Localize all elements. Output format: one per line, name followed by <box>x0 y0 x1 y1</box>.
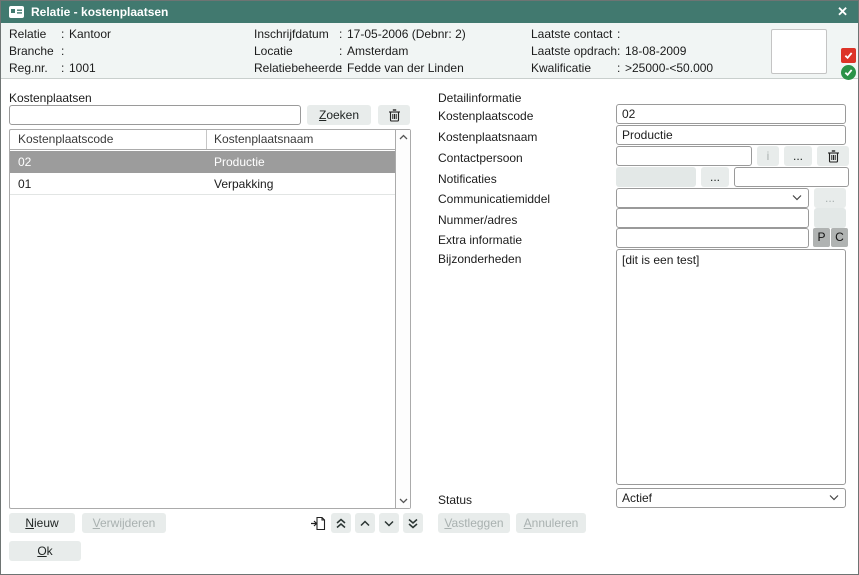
zoeken-button[interactable]: Zoeken <box>307 105 371 125</box>
search-trash-button[interactable] <box>378 105 410 125</box>
goto-record-icon[interactable] <box>309 513 327 533</box>
column-divider <box>206 130 207 149</box>
label-contactpersoon: Contactpersoon <box>438 150 523 166</box>
section-title-detailinformatie: Detailinformatie <box>438 90 521 106</box>
label-bijzonderheden: Bijzonderheden <box>438 251 521 267</box>
move-last-button[interactable] <box>403 513 423 533</box>
col-header-naam[interactable]: Kostenplaatsnaam <box>214 132 313 146</box>
nummer-adres-blank-button <box>814 208 846 228</box>
field-label: Relatie <box>9 26 46 43</box>
label-nummer-adres: Nummer/adres <box>438 212 517 228</box>
cell-code: 02 <box>18 151 31 173</box>
field-label: Relatiebeheerde <box>254 60 342 77</box>
header-field: Reg.nr. : 1001 <box>9 60 249 77</box>
field-label: Kwalificatie <box>531 60 591 77</box>
col-header-code[interactable]: Kostenplaatscode <box>18 132 113 146</box>
extra-p-button[interactable]: P <box>813 228 830 247</box>
kostenplaatscode-input[interactable] <box>616 104 846 124</box>
trash-icon <box>828 150 839 163</box>
relation-header: Relatie : Kantoor Branche : Reg.nr. : 10… <box>1 23 858 79</box>
header-field: Locatie : Amsterdam <box>254 43 524 60</box>
section-title-kostenplaatsen: Kostenplaatsen <box>9 90 92 106</box>
table-header: Kostenplaatscode Kostenplaatsnaam <box>10 130 395 150</box>
close-icon[interactable]: ✕ <box>837 1 848 23</box>
field-label: Locatie <box>254 43 293 60</box>
communicatiemiddel-select[interactable] <box>616 188 809 208</box>
field-value: 1001 <box>69 60 96 77</box>
status-select[interactable]: Actief <box>616 488 846 508</box>
notificaties-input[interactable] <box>734 167 849 187</box>
green-check-icon <box>841 65 856 80</box>
cell-name: Productie <box>214 151 265 173</box>
kostenplaatsnaam-input[interactable] <box>616 125 846 145</box>
bijzonderheden-textarea[interactable]: [dit is een test] <box>616 249 846 485</box>
move-up-button[interactable] <box>355 513 375 533</box>
header-field: Kwalificatie : >25000-<50.000 <box>531 60 761 77</box>
label-kostenplaatscode: Kostenplaatscode <box>438 108 533 124</box>
table-scrollbar[interactable] <box>395 130 410 508</box>
move-first-button[interactable] <box>331 513 351 533</box>
move-down-button[interactable] <box>379 513 399 533</box>
photo-placeholder <box>771 29 827 74</box>
window-title: Relatie - kostenplaatsen <box>31 5 168 19</box>
field-value: >25000-<50.000 <box>625 60 713 77</box>
nieuw-button[interactable]: Nieuw <box>9 513 75 533</box>
kostenplaatsen-table: Kostenplaatscode Kostenplaatsnaam 02 Pro… <box>9 129 411 509</box>
header-field: Laatste opdrach : 18-08-2009 <box>531 43 761 60</box>
notificaties-browse-button[interactable]: ... <box>701 167 729 187</box>
contactpersoon-input[interactable] <box>616 146 752 166</box>
annuleren-button[interactable]: Annuleren <box>516 513 586 533</box>
dialog-relatie-kostenplaatsen: Relatie - kostenplaatsen ✕ Relatie : Kan… <box>0 0 859 575</box>
table-row[interactable]: 01 Verpakking <box>10 173 395 195</box>
cell-name: Verpakking <box>214 173 273 195</box>
red-check-icon <box>841 48 856 63</box>
chevron-down-icon <box>384 520 394 527</box>
extra-informatie-input[interactable] <box>616 228 809 248</box>
search-input[interactable] <box>9 105 301 125</box>
double-chevron-up-icon <box>336 518 346 529</box>
communicatie-browse-button[interactable]: ... <box>814 188 846 208</box>
label-communicatiemiddel: Communicatiemiddel <box>438 191 550 207</box>
header-field: Laatste contact : <box>531 26 761 43</box>
cell-code: 01 <box>18 173 31 195</box>
header-field: Branche : <box>9 43 249 60</box>
scroll-down-icon[interactable] <box>399 497 408 504</box>
nummer-adres-input[interactable] <box>616 208 809 228</box>
verwijderen-button[interactable]: Verwijderen <box>82 513 166 533</box>
title-bar: Relatie - kostenplaatsen ✕ <box>1 1 858 23</box>
field-value: Fedde van der Linden <box>347 60 464 77</box>
chevron-up-icon <box>360 520 370 527</box>
field-label: Laatste contact <box>531 26 612 43</box>
label-status: Status <box>438 492 472 508</box>
chevron-down-icon <box>792 194 802 201</box>
field-label: Inschrijfdatum <box>254 26 329 43</box>
ok-button[interactable]: Ok <box>9 541 81 561</box>
table-row[interactable]: 02 Productie <box>10 151 395 173</box>
contact-card-icon <box>9 6 24 18</box>
notificaties-disabled-input <box>616 167 696 187</box>
header-field: Inschrijfdatum : 17-05-2006 (Debnr: 2) <box>254 26 524 43</box>
trash-icon <box>389 109 400 122</box>
select-value: Actief <box>622 491 652 505</box>
field-label: Branche <box>9 43 54 60</box>
field-label: Laatste opdrach <box>531 43 617 60</box>
contact-trash-button[interactable] <box>817 146 849 166</box>
chevron-down-icon <box>829 494 839 501</box>
contact-info-button[interactable]: i <box>757 146 779 166</box>
contact-browse-button[interactable]: ... <box>784 146 812 166</box>
header-field: Relatiebeheerde : Fedde van der Linden <box>254 60 524 77</box>
extra-c-button[interactable]: C <box>831 228 848 247</box>
label-notificaties: Notificaties <box>438 171 497 187</box>
field-value: 18-08-2009 <box>625 43 686 60</box>
vastleggen-button[interactable]: Vastleggen <box>438 513 510 533</box>
label-kostenplaatsnaam: Kostenplaatsnaam <box>438 129 537 145</box>
scroll-up-icon[interactable] <box>399 134 408 141</box>
field-value: Kantoor <box>69 26 111 43</box>
field-label: Reg.nr. <box>9 60 48 77</box>
field-value: Amsterdam <box>347 43 408 60</box>
double-chevron-down-icon <box>408 518 418 529</box>
header-field: Relatie : Kantoor <box>9 26 249 43</box>
field-value: 17-05-2006 (Debnr: 2) <box>347 26 466 43</box>
label-extra-informatie: Extra informatie <box>438 232 522 248</box>
